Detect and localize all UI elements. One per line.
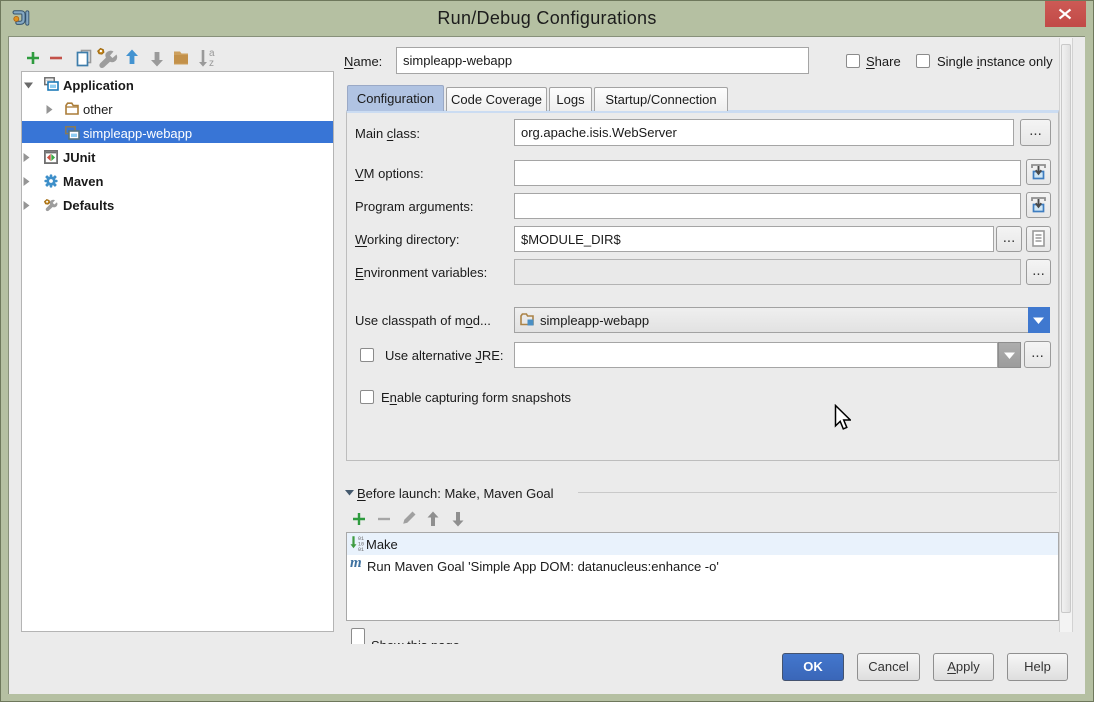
svg-text:z: z — [209, 58, 214, 69]
svg-text:01: 01 — [358, 547, 364, 552]
